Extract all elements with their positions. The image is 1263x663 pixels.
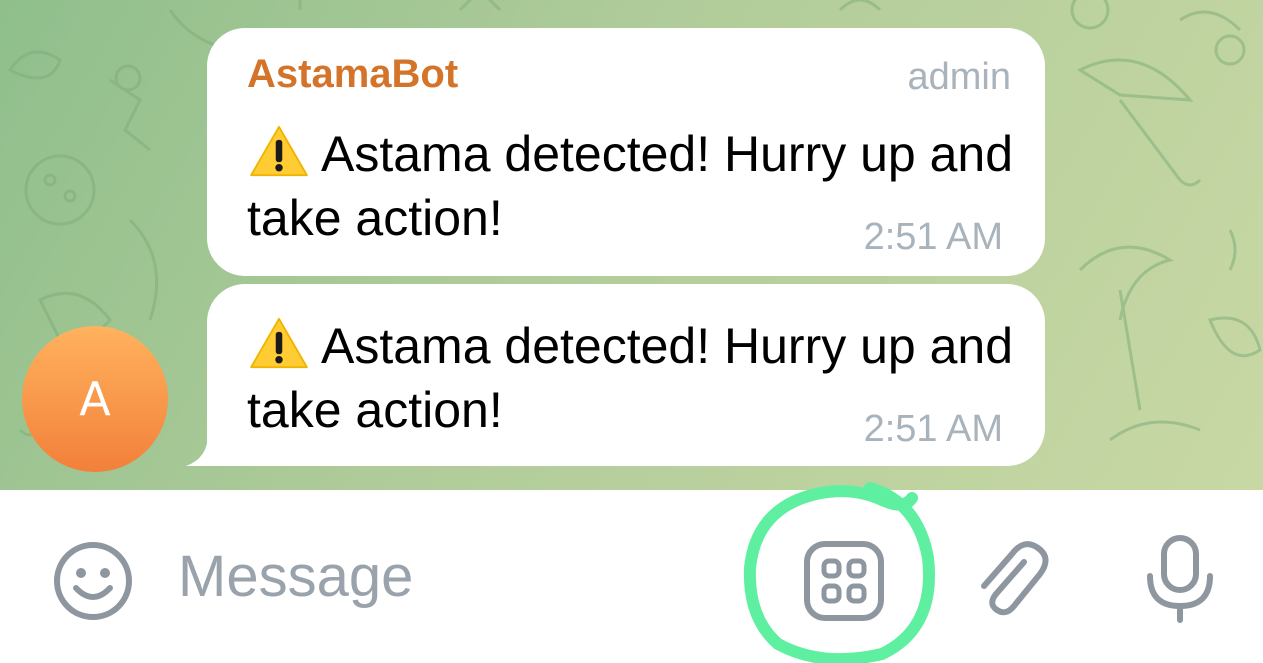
message-time: 2:51 AM (863, 408, 1003, 450)
emoji-icon[interactable] (52, 540, 134, 622)
message-time: 2:51 AM (863, 216, 1003, 258)
sender-name[interactable]: AstamaBot (247, 52, 458, 97)
avatar-letter: A (79, 372, 111, 426)
paperclip-icon[interactable] (970, 536, 1054, 620)
microphone-icon[interactable] (1140, 532, 1220, 624)
warning-emoji-icon (250, 317, 308, 369)
warning-emoji-icon (250, 125, 308, 177)
message-input[interactable]: Message (178, 543, 413, 610)
sender-role-badge: admin (907, 56, 1012, 98)
message-bubble[interactable]: AstamaBot admin Astama detected! Hurry u… (207, 28, 1045, 276)
highlight-circle-annotation (743, 482, 935, 663)
message-bubble[interactable]: Astama detected! Hurry up and take actio… (207, 284, 1045, 466)
sender-avatar[interactable]: A (22, 326, 168, 472)
bubble-tail (186, 434, 216, 466)
